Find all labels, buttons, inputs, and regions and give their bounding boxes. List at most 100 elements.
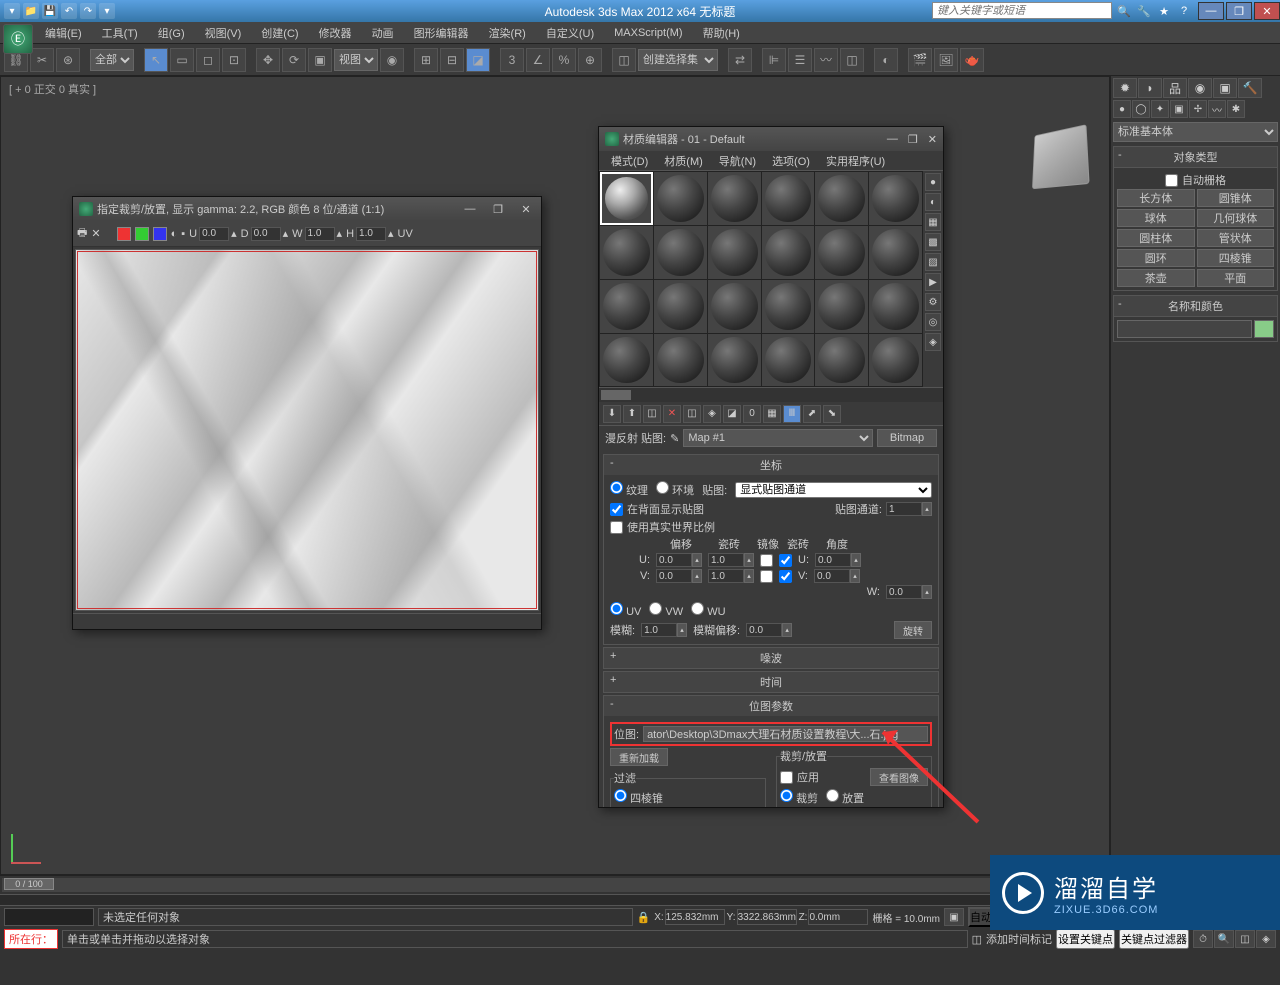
crop-image-preview[interactable] [75, 249, 539, 611]
sample-slot[interactable] [869, 226, 922, 279]
systems-icon[interactable]: ✱ [1227, 100, 1245, 118]
object-color-swatch[interactable] [1254, 320, 1274, 338]
matid-icon[interactable]: ◈ [925, 333, 941, 351]
minimize-button[interactable]: — [1198, 2, 1224, 20]
environ-radio[interactable] [656, 481, 669, 494]
video-check-icon[interactable]: ▨ [925, 253, 941, 271]
menu-create[interactable]: 创建(C) [251, 22, 308, 44]
btn-cone[interactable]: 圆锥体 [1197, 189, 1275, 207]
sample-slot[interactable] [869, 280, 922, 333]
crop-h[interactable] [356, 227, 386, 241]
menu-edit[interactable]: 编辑(E) [35, 22, 92, 44]
put-to-scene-icon[interactable]: ⬆ [623, 405, 641, 423]
coords-rollout-header[interactable]: 坐标 [604, 455, 938, 475]
tab-display-icon[interactable]: ▣ [1213, 78, 1237, 98]
selection-filter[interactable]: 全部 [90, 49, 134, 71]
mat-close-icon[interactable]: ✕ [928, 133, 937, 146]
mirror-icon[interactable]: ⇄ [728, 48, 752, 72]
sample-slot[interactable] [654, 334, 707, 387]
sample-slot[interactable] [815, 172, 868, 225]
sample-slot[interactable] [654, 280, 707, 333]
options-icon[interactable]: ⚙ [925, 293, 941, 311]
map-name-select[interactable]: Map #1 [683, 429, 873, 447]
render-frame-icon[interactable]: 🖼 [934, 48, 958, 72]
app-menu-icon[interactable]: Ⓔ [3, 24, 33, 54]
crop-x-icon[interactable]: ✕ [91, 227, 100, 240]
menu-rendering[interactable]: 渲染(R) [479, 22, 536, 44]
sample-slot[interactable] [762, 334, 815, 387]
keyfilter-button[interactable]: 关键点过滤器 [1119, 929, 1189, 949]
mat-menu-material[interactable]: 材质(M) [656, 151, 711, 171]
btn-teapot[interactable]: 茶壶 [1117, 269, 1195, 287]
realworld-check[interactable] [610, 521, 623, 534]
crop-mono-icon[interactable]: ▪ [181, 228, 185, 240]
crop-max-icon[interactable]: ❐ [489, 203, 507, 216]
reload-button[interactable]: 重新加载 [610, 748, 668, 766]
reset-icon[interactable]: ✕ [663, 405, 681, 423]
crop-close-icon[interactable]: ✕ [517, 203, 535, 216]
coord-z[interactable] [808, 909, 868, 925]
snap-icon[interactable]: ◪ [466, 48, 490, 72]
crop-hscroll[interactable] [73, 613, 541, 629]
sample-slot[interactable] [815, 226, 868, 279]
texture-radio[interactable] [610, 481, 623, 494]
rotate-button[interactable]: 旋转 [894, 621, 932, 639]
render-setup-icon[interactable]: 🎬 [908, 48, 932, 72]
sample-slot[interactable] [708, 334, 761, 387]
sample-slot[interactable] [815, 280, 868, 333]
keymode-icon[interactable]: ⊟ [440, 48, 464, 72]
isolate-icon[interactable]: ▣ [944, 908, 964, 926]
get-material-icon[interactable]: ⬇ [603, 405, 621, 423]
layers-icon[interactable]: ☰ [788, 48, 812, 72]
mat-menu-util[interactable]: 实用程序(U) [818, 151, 893, 171]
put-library-icon[interactable]: ◪ [723, 405, 741, 423]
make-preview-icon[interactable]: ▶ [925, 273, 941, 291]
crop-alpha-icon[interactable]: ◐ [171, 228, 178, 240]
btn-sphere[interactable]: 球体 [1117, 209, 1195, 227]
close-button[interactable]: ✕ [1254, 2, 1280, 20]
helpers-icon[interactable]: ✢ [1189, 100, 1207, 118]
menu-grapheditors[interactable]: 图形编辑器 [404, 22, 479, 44]
sample-type-icon[interactable]: ● [925, 173, 941, 191]
search-icon[interactable]: 🔍 [1116, 3, 1132, 19]
crop-u[interactable] [199, 227, 229, 241]
schematic-icon[interactable]: ◫ [840, 48, 864, 72]
apply-check[interactable] [780, 771, 793, 784]
coord-y[interactable] [737, 909, 797, 925]
uv-radio[interactable] [610, 602, 623, 615]
autogrid-check[interactable] [1165, 174, 1178, 187]
btn-box[interactable]: 长方体 [1117, 189, 1195, 207]
restore-button[interactable]: ❐ [1226, 2, 1252, 20]
sample-slot[interactable] [762, 226, 815, 279]
spinner-snap-icon[interactable]: ⊕ [578, 48, 602, 72]
manip-icon[interactable]: ⊞ [414, 48, 438, 72]
sample-slot[interactable] [654, 226, 707, 279]
align-icon[interactable]: ⊫ [762, 48, 786, 72]
script-icon[interactable]: ◫ [972, 933, 982, 946]
sample-slot[interactable] [869, 172, 922, 225]
editnamed-icon[interactable]: ◫ [612, 48, 636, 72]
background-icon[interactable]: ▦ [925, 213, 941, 231]
go-sibling-icon[interactable]: ⬊ [823, 405, 841, 423]
help-search[interactable] [932, 2, 1112, 20]
crop-w[interactable] [305, 227, 335, 241]
backlight-icon[interactable]: ◐ [925, 193, 941, 211]
show-end-icon[interactable]: Ⅲ [783, 405, 801, 423]
crop-d[interactable] [251, 227, 281, 241]
menu-maxscript[interactable]: MAXScript(M) [604, 24, 692, 42]
crop-print-icon[interactable]: 🖶 [77, 224, 87, 243]
noise-rollout[interactable]: 噪波 [604, 648, 938, 668]
viewport-label[interactable]: [ + 0 正交 0 真实 ] [9, 81, 96, 97]
mat-menu-options[interactable]: 选项(O) [764, 151, 818, 171]
map-channel-select[interactable]: 显式贴图通道 [735, 482, 932, 498]
viewcube[interactable] [1032, 124, 1090, 189]
sample-hscroll[interactable] [599, 388, 943, 402]
assign-icon[interactable]: ◫ [643, 405, 661, 423]
sample-slot[interactable] [600, 226, 653, 279]
shapes-icon[interactable]: ◯ [1132, 100, 1150, 118]
pivot-icon[interactable]: ◉ [380, 48, 404, 72]
bitmap-rollout-header[interactable]: 位图参数 [604, 696, 938, 716]
btn-plane[interactable]: 平面 [1197, 269, 1275, 287]
wrench-icon[interactable]: 🔧 [1136, 3, 1152, 19]
menu-group[interactable]: 组(G) [148, 22, 195, 44]
